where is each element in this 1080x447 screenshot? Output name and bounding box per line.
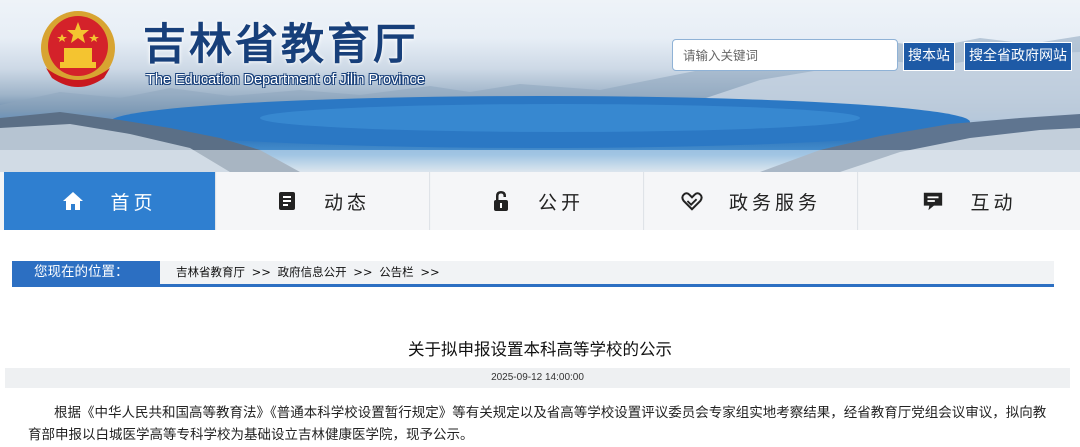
nav-item-label: 首页	[110, 191, 157, 214]
handshake-heart-icon	[681, 190, 703, 212]
breadcrumb-path: 吉林省教育厅 >> 政府信息公开 >> 公告栏 >>	[176, 261, 443, 284]
search-provincial-sites-button[interactable]: 搜全省政府网站	[964, 42, 1072, 71]
breadcrumb-separator: >>	[420, 265, 440, 279]
breadcrumb-link-bulletin[interactable]: 公告栏	[379, 265, 414, 279]
nav-item-label: 互动	[970, 191, 1017, 214]
nav-item-label: 公开	[537, 191, 584, 214]
chat-icon	[922, 190, 944, 212]
article-body: 根据《中华人民共和国高等教育法》《普通本科学校设置暂行规定》等有关规定以及省高等…	[28, 405, 1047, 443]
search-this-site-button[interactable]: 搜本站	[903, 42, 955, 71]
breadcrumb-label: 您现在的位置：	[12, 261, 160, 284]
article-title: 关于拟申报设置本科高等学校的公示	[408, 340, 672, 359]
breadcrumb-separator: >>	[353, 265, 373, 279]
article-date: 2025-09-12 14:00:00	[5, 368, 1070, 388]
nav-item-label: 动态	[323, 191, 370, 214]
breadcrumb-link-info-disclosure[interactable]: 政府信息公开	[278, 265, 347, 279]
lock-icon	[490, 190, 512, 212]
header-banner: 吉林省教育厅 The Education Department of Jilin…	[0, 0, 1080, 172]
search-input[interactable]	[672, 39, 898, 71]
main-nav: 首页 动态 公开 政务服务 互动	[0, 172, 1080, 230]
national-emblem-icon	[41, 11, 115, 87]
site-title: 吉林省教育厅	[143, 20, 419, 70]
breadcrumb-link-home[interactable]: 吉林省教育厅	[176, 265, 245, 279]
nav-item-interact[interactable]: 互动	[859, 172, 1080, 230]
site-subtitle: The Education Department of Jilin Provin…	[146, 72, 425, 88]
nav-item-services[interactable]: 政务服务	[645, 172, 858, 230]
page-root: 吉林省教育厅 The Education Department of Jilin…	[0, 0, 1080, 447]
breadcrumb: 您现在的位置： 吉林省教育厅 >> 政府信息公开 >> 公告栏 >>	[12, 261, 1054, 287]
nav-item-home[interactable]: 首页	[4, 172, 216, 230]
breadcrumb-separator: >>	[251, 265, 271, 279]
document-icon	[276, 190, 298, 212]
home-icon	[62, 190, 84, 212]
nav-item-label: 政务服务	[728, 191, 821, 214]
nav-item-news[interactable]: 动态	[217, 172, 430, 230]
nav-item-public[interactable]: 公开	[431, 172, 644, 230]
